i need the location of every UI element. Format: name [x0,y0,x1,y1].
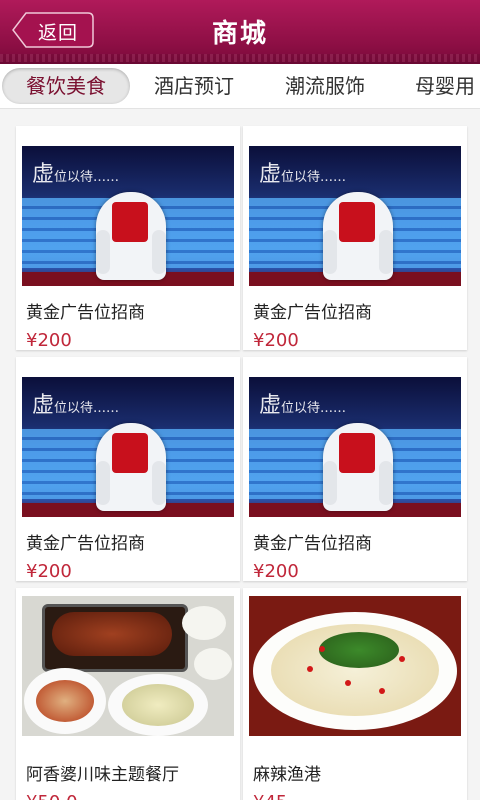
product-image [22,596,234,736]
product-name: 黄金广告位招商 [26,534,145,554]
product-name: 黄金广告位招商 [26,303,145,323]
ad-placeholder-image: 虚位以待…… [22,377,234,517]
tab-baby[interactable]: 母婴用 [415,68,475,104]
page-title: 商城 [211,19,268,49]
product-name: 黄金广告位招商 [253,303,372,323]
product-image: 虚位以待…… [249,377,461,517]
spicy-fish-image [249,596,461,736]
tab-fashion[interactable]: 潮流服饰 [285,68,365,104]
product-name: 黄金广告位招商 [253,534,372,554]
product-price: ¥200 [253,330,299,351]
ad-placeholder-image: 虚位以待…… [249,146,461,286]
product-name: 麻辣渔港 [253,765,321,785]
product-grid: 虚位以待…… 黄金广告位招商 ¥200 虚位以待…… 黄金广告位招商 ¥200 … [0,110,480,800]
product-price: ¥200 [26,330,72,351]
product-card[interactable]: 阿香婆川味主题餐厅 ¥50.0 [16,588,240,800]
product-card[interactable]: 虚位以待…… 黄金广告位招商 ¥200 [243,357,467,582]
sichuan-dishes-image [22,596,234,736]
header-pattern [0,54,480,62]
product-price: ¥200 [26,561,72,582]
product-card[interactable]: 虚位以待…… 黄金广告位招商 ¥200 [16,126,240,351]
product-price: ¥50.0 [26,792,78,800]
product-name: 阿香婆川味主题餐厅 [26,765,179,785]
product-price: ¥200 [253,561,299,582]
product-image [249,596,461,736]
tab-hotel[interactable]: 酒店预订 [154,68,234,104]
top-bar: 返回 商城 [0,0,480,64]
ad-placeholder-image: 虚位以待…… [249,377,461,517]
product-card[interactable]: 麻辣渔港 ¥45 [243,588,467,800]
product-image: 虚位以待…… [22,377,234,517]
product-price: ¥45 [253,792,287,800]
product-card[interactable]: 虚位以待…… 黄金广告位招商 ¥200 [16,357,240,582]
category-tabs: 餐饮美食 酒店预订 潮流服饰 母婴用 [0,64,480,109]
product-image: 虚位以待…… [22,146,234,286]
product-image: 虚位以待…… [249,146,461,286]
product-card[interactable]: 虚位以待…… 黄金广告位招商 ¥200 [243,126,467,351]
ad-placeholder-image: 虚位以待…… [22,146,234,286]
tab-dining[interactable]: 餐饮美食 [2,68,130,104]
